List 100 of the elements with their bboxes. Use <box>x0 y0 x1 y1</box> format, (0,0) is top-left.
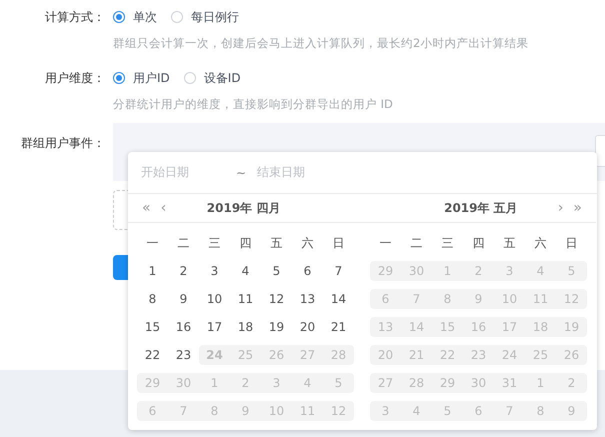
date-cell[interactable]: 18 <box>230 317 261 337</box>
date-cell[interactable]: 19 <box>261 317 292 337</box>
date-cell[interactable]: 9 <box>168 289 199 309</box>
date-cell: 5 <box>323 373 354 393</box>
date-cell: 21 <box>401 345 432 365</box>
date-cell[interactable]: 22 <box>137 345 168 365</box>
date-cell[interactable]: 7 <box>323 261 354 281</box>
radio-icon[interactable] <box>113 72 125 84</box>
weekday-label: 六 <box>300 234 314 252</box>
date-cell: 25 <box>525 345 556 365</box>
date-cell: 19 <box>556 317 587 337</box>
date-cell[interactable]: 10 <box>199 289 230 309</box>
date-cell: 26 <box>556 345 587 365</box>
date-cell: 12 <box>323 401 354 421</box>
date-cell: 6 <box>137 401 168 421</box>
date-cell: 4 <box>525 261 556 281</box>
date-cell: 28 <box>401 373 432 393</box>
weekday-label: 四 <box>238 234 252 252</box>
field-label: 群组用户事件： <box>20 135 105 152</box>
weekday-label: 四 <box>472 234 486 252</box>
date-cell: 30 <box>168 373 199 393</box>
date-cell[interactable]: 8 <box>137 289 168 309</box>
date-cell: 4 <box>401 401 432 421</box>
weekday-label: 一 <box>378 234 392 252</box>
date-cell: 10 <box>494 289 525 309</box>
date-cell: 30 <box>401 261 432 281</box>
date-cell[interactable]: 23 <box>168 345 199 365</box>
weekday-label: 二 <box>176 234 190 252</box>
date-cell: 22 <box>432 345 463 365</box>
weekday-label: 五 <box>502 234 516 252</box>
date-cell: 29 <box>432 373 463 393</box>
date-cell[interactable]: 20 <box>292 317 323 337</box>
date-cell[interactable]: 12 <box>261 289 292 309</box>
radio-option[interactable]: 每日例行 <box>171 8 239 26</box>
date-cell[interactable]: 21 <box>323 317 354 337</box>
date-cell: 14 <box>401 317 432 337</box>
weekday-label: 五 <box>270 234 284 252</box>
date-cell: 3 <box>494 261 525 281</box>
date-cell[interactable]: 11 <box>230 289 261 309</box>
date-cell: 15 <box>432 317 463 337</box>
date-cell[interactable]: 2 <box>168 261 199 281</box>
date-cell[interactable]: 5 <box>261 261 292 281</box>
date-cell: 7 <box>401 289 432 309</box>
date-cell[interactable]: 15 <box>137 317 168 337</box>
date-cell: 8 <box>525 401 556 421</box>
date-cell: 5 <box>556 261 587 281</box>
date-cell: 7 <box>494 401 525 421</box>
date-cell: 1 <box>199 373 230 393</box>
date-cell: 7 <box>168 401 199 421</box>
date-cell: 26 <box>261 345 292 365</box>
date-cell[interactable]: 16 <box>168 317 199 337</box>
radio-option[interactable]: 单次 <box>113 8 157 26</box>
date-cell: 20 <box>370 345 401 365</box>
weekday-label: 一 <box>146 234 160 252</box>
date-cell: 2 <box>556 373 587 393</box>
date-cell: 6 <box>370 289 401 309</box>
date-cell: 2 <box>230 373 261 393</box>
weekday-label: 三 <box>208 234 222 252</box>
date-cell[interactable]: 6 <box>292 261 323 281</box>
date-cell[interactable]: 13 <box>292 289 323 309</box>
date-cell: 11 <box>525 289 556 309</box>
date-cell: 27 <box>370 373 401 393</box>
radio-option[interactable]: 设备ID <box>184 69 241 87</box>
date-cell: 12 <box>556 289 587 309</box>
date-cell: 31 <box>494 373 525 393</box>
date-cell: 5 <box>432 401 463 421</box>
date-cell: 25 <box>230 345 261 365</box>
date-cell: 27 <box>292 345 323 365</box>
weekday-label: 日 <box>332 234 346 252</box>
date-cell: 28 <box>323 345 354 365</box>
date-cell[interactable]: 17 <box>199 317 230 337</box>
date-cell: 23 <box>463 345 494 365</box>
date-cell: 4 <box>292 373 323 393</box>
weekday-label: 六 <box>534 234 548 252</box>
weekday-label: 二 <box>410 234 424 252</box>
date-cell: 9 <box>463 289 494 309</box>
date-cell[interactable]: 1 <box>137 261 168 281</box>
date-cell: 24 <box>199 345 230 365</box>
date-cell: 13 <box>370 317 401 337</box>
weekday-label: 日 <box>564 234 578 252</box>
date-cell: 2 <box>463 261 494 281</box>
date-cell: 3 <box>370 401 401 421</box>
date-cell: 18 <box>525 317 556 337</box>
date-cell: 1 <box>432 261 463 281</box>
date-cell: 3 <box>261 373 292 393</box>
month-title: 2019年 五月 <box>443 200 519 216</box>
date-cell[interactable]: 14 <box>323 289 354 309</box>
range-separator: ~ <box>236 166 248 180</box>
field-label: 用户维度： <box>44 70 105 87</box>
date-cell: 10 <box>261 401 292 421</box>
hint-text: 分群统计用户的维度，直接影响到分群导出的用户 ID <box>113 97 394 112</box>
radio-icon[interactable] <box>113 11 125 23</box>
radio-option[interactable]: 用户ID <box>113 69 170 87</box>
date-cell[interactable]: 4 <box>230 261 261 281</box>
date-cell: 8 <box>199 401 230 421</box>
date-cell[interactable]: 3 <box>199 261 230 281</box>
date-cell: 29 <box>370 261 401 281</box>
date-cell: 24 <box>494 345 525 365</box>
field-label: 计算方式： <box>44 9 105 26</box>
date-cell: 8 <box>432 289 463 309</box>
